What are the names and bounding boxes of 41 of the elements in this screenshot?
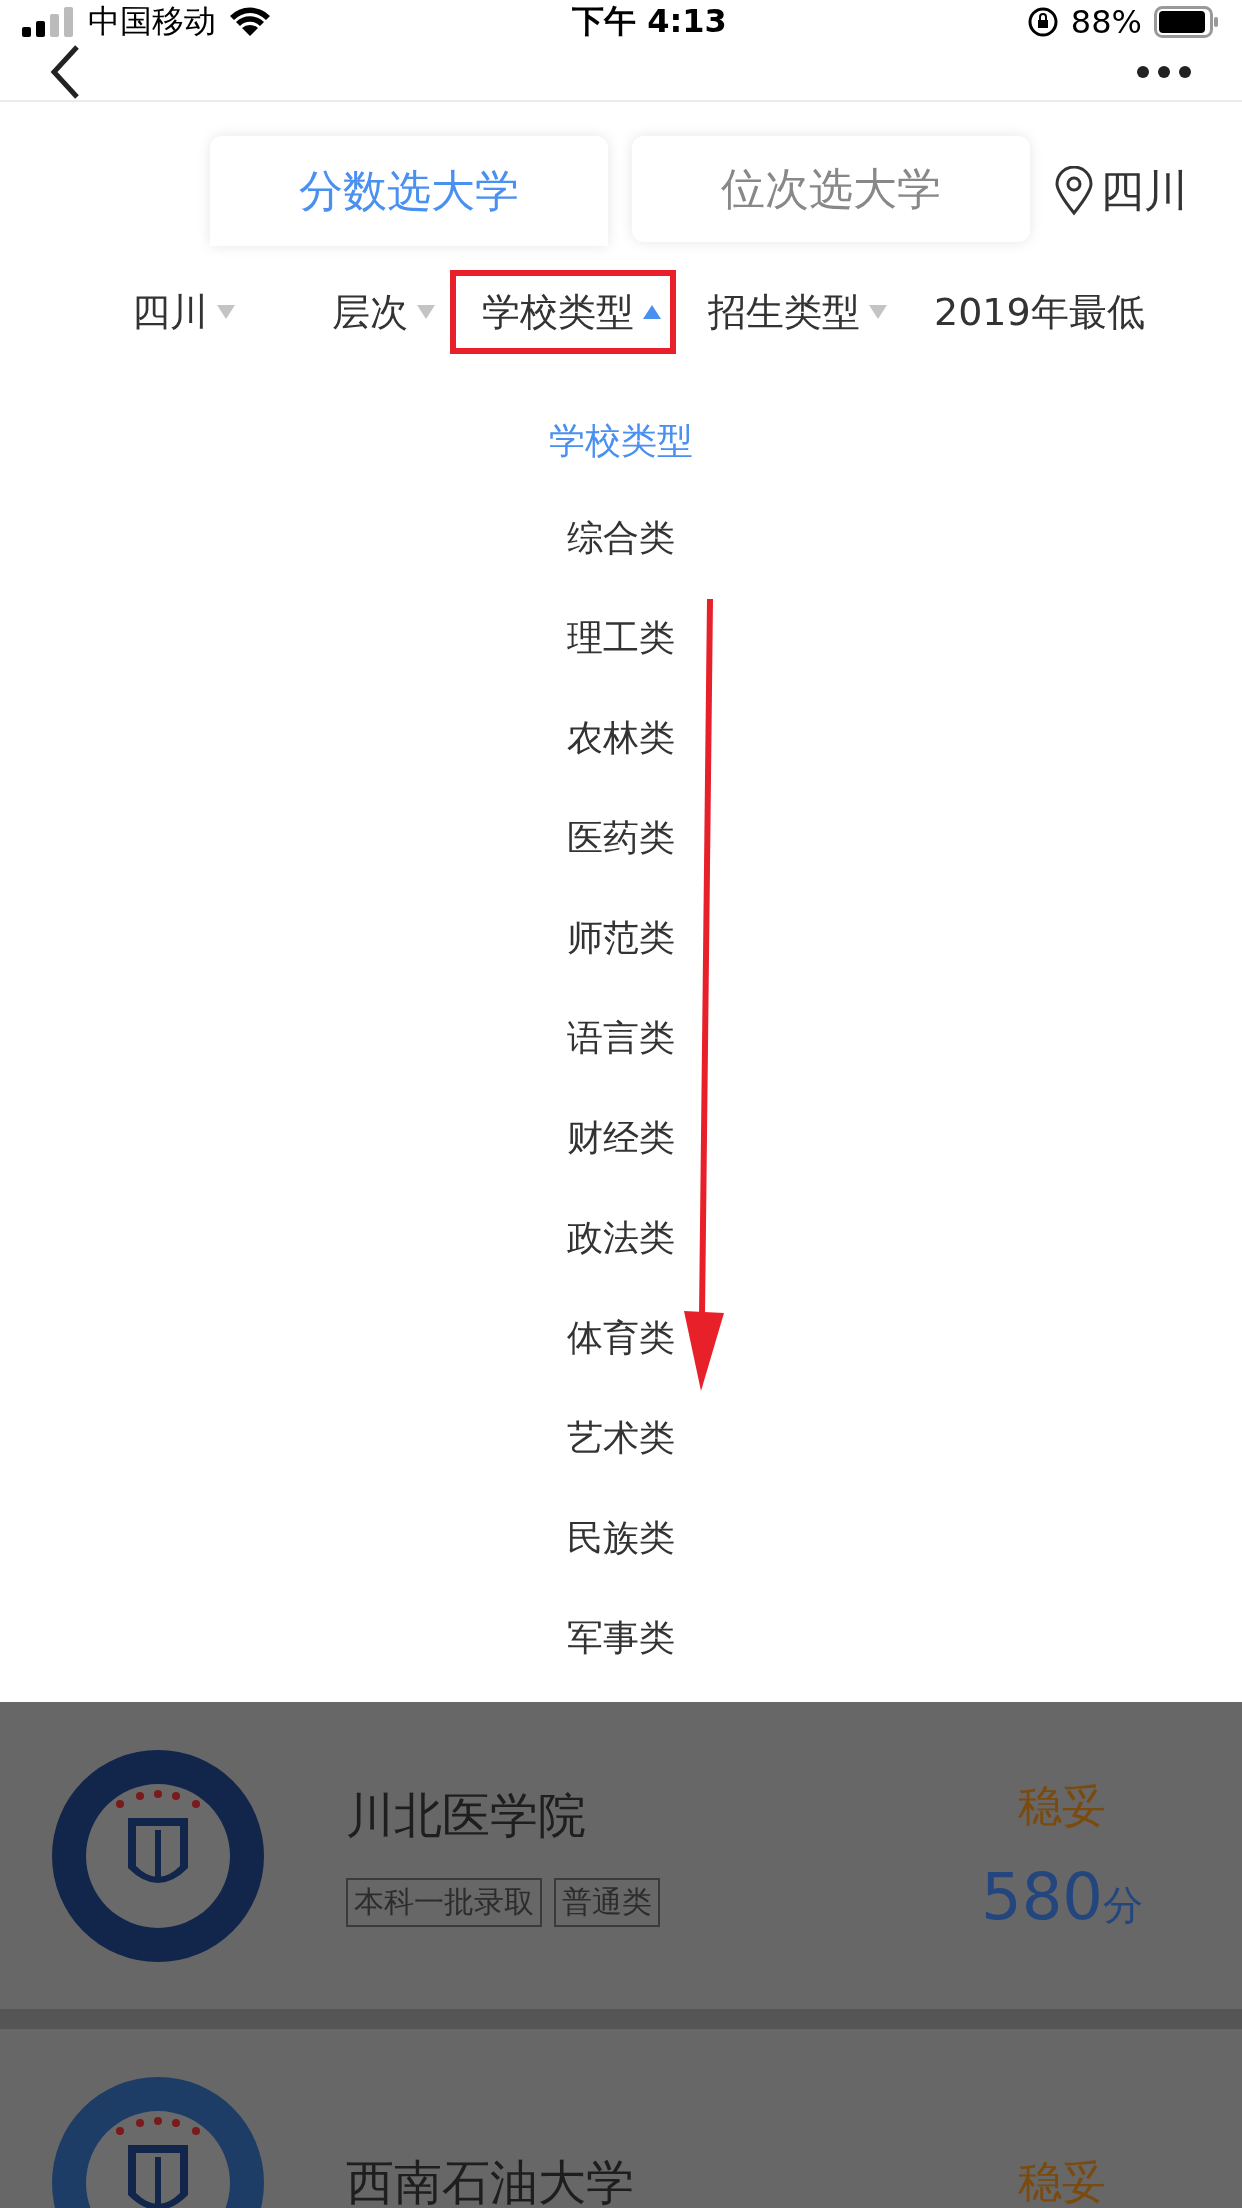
marked-filter[interactable]: 学校类型 [450, 270, 676, 354]
rotation-lock-icon [1026, 6, 1059, 38]
filter[interactable]: 招生类型 [676, 270, 902, 354]
dropdown-option[interactable]: 语言类 [567, 988, 675, 1088]
dropdown-option[interactable]: 军事类 [567, 1588, 675, 1688]
dropdown-option[interactable]: 政法类 [567, 1188, 675, 1288]
location-pin-icon [1054, 166, 1094, 216]
caret-down-icon [216, 304, 236, 320]
battery-icon [1154, 6, 1220, 38]
location-label[interactable]: 四川 [1100, 161, 1188, 221]
battery-percent: 88% [1070, 3, 1142, 41]
dropdown-option[interactable]: 财经类 [567, 1088, 675, 1188]
dropdown-option[interactable]: 综合类 [567, 488, 675, 588]
dropdown-option[interactable]: 师范类 [567, 888, 675, 988]
university-name: 西南石油大学 [346, 2152, 635, 2208]
wifi-icon [228, 6, 272, 38]
chance-label: 稳妥 [1018, 2155, 1106, 2208]
filter[interactable]: 层次 [300, 270, 450, 354]
filter[interactable]: 2019年最低 [902, 270, 1159, 354]
caret-up-icon [642, 304, 662, 320]
dropdown-option[interactable]: 艺术类 [567, 1388, 675, 1488]
score: 580分 [980, 1860, 1144, 1934]
signal-icon [22, 7, 76, 37]
dropdown-option[interactable]: 民族类 [567, 1488, 675, 1588]
carrier-name: 中国移动 [88, 1, 216, 42]
dropdown-option[interactable]: 体育类 [567, 1288, 675, 1388]
caret-down-icon [416, 304, 436, 320]
mode-tab[interactable]: 位次选大学 [632, 136, 1030, 242]
dropdown-title: 学校类型 [549, 418, 693, 463]
clock-time: 下午 4:13 [572, 1, 727, 42]
dropdown-option[interactable]: 农林类 [567, 688, 675, 788]
caret-down-icon [868, 304, 888, 320]
more-icon[interactable] [1136, 65, 1192, 79]
dropdown-option[interactable]: 理工类 [567, 588, 675, 688]
tag: 本科一批录取 [346, 1878, 542, 1927]
university-name: 川北医学院 [346, 1786, 587, 1845]
chance-label: 稳妥 [1018, 1779, 1106, 1833]
dropdown-option[interactable]: 医药类 [567, 788, 675, 888]
back-icon[interactable] [50, 44, 80, 100]
tag: 普通类 [554, 1878, 660, 1927]
filter[interactable]: 四川 [100, 270, 250, 354]
